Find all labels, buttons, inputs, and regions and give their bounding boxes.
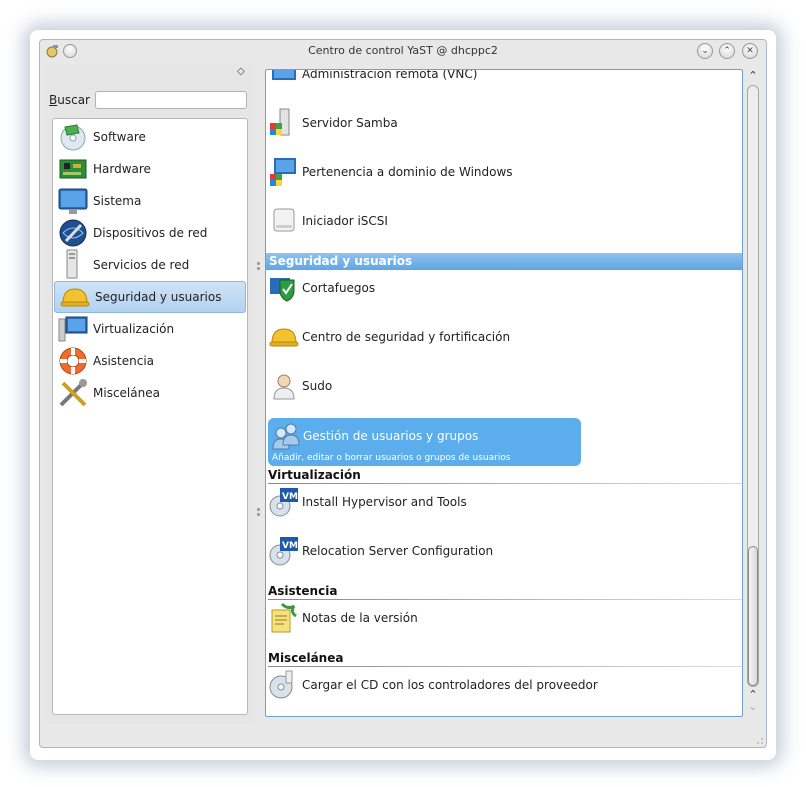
section-divider bbox=[268, 666, 742, 667]
module-user-management[interactable]: Gestión de usuarios y grupos Añadir, edi… bbox=[268, 418, 581, 466]
category-label: Hardware bbox=[93, 162, 151, 176]
samba-server-icon bbox=[270, 108, 290, 136]
category-dispositivos-de-red[interactable]: Dispositivos de red bbox=[53, 217, 247, 249]
category-label: Miscelánea bbox=[93, 386, 160, 400]
window-title: Centro de control YaST @ dhcppc2 bbox=[308, 44, 498, 57]
circuit-board-icon bbox=[59, 159, 87, 179]
category-list: Software Hardware Sistema Dispositivos d… bbox=[52, 118, 248, 715]
section-header-support: Asistencia bbox=[268, 584, 338, 598]
module-iscsi[interactable]: Iniciador iSCSI bbox=[268, 205, 388, 237]
virtual-monitor-icon bbox=[58, 316, 88, 342]
hard-hat-icon bbox=[269, 328, 299, 347]
close-button[interactable]: ✕ bbox=[742, 43, 758, 59]
module-hardening[interactable]: Centro de seguridad y fortificación bbox=[268, 321, 510, 353]
section-header-misc: Miscelánea bbox=[268, 651, 344, 665]
vertical-scrollbar[interactable]: ⌃ ⌃ ⌄ bbox=[744, 69, 762, 717]
module-vnc[interactable]: Administración remota (VNC) bbox=[268, 69, 478, 90]
windows-domain-icon bbox=[270, 158, 296, 186]
title-bar[interactable]: Centro de control YaST @ dhcppc2 ⌄ ⌃ ✕ bbox=[40, 40, 766, 62]
hard-hat-icon bbox=[60, 288, 90, 307]
category-label: Sistema bbox=[93, 194, 142, 208]
monitor-icon bbox=[58, 188, 88, 214]
network-globe-icon bbox=[59, 219, 87, 247]
category-label: Software bbox=[93, 130, 146, 144]
users-group-icon bbox=[272, 423, 300, 450]
shield-icon bbox=[270, 278, 295, 302]
category-label: Virtualización bbox=[93, 322, 175, 336]
category-servicios-de-red[interactable]: Servicios de red bbox=[53, 249, 247, 281]
module-release-notes[interactable]: Notas de la versión bbox=[268, 602, 418, 634]
svg-text:VM: VM bbox=[282, 492, 298, 502]
category-sistema[interactable]: Sistema bbox=[53, 185, 247, 217]
collapse-toggle-icon[interactable]: ◇ bbox=[237, 66, 245, 77]
scroll-down-icon[interactable]: ⌄ bbox=[746, 700, 760, 713]
module-description: Añadir, editar o borrar usuarios o grupo… bbox=[272, 453, 511, 463]
maximize-button[interactable]: ⌃ bbox=[719, 43, 735, 59]
module-label: Pertenencia a dominio de Windows bbox=[302, 165, 513, 179]
module-label: Notas de la versión bbox=[302, 611, 418, 625]
scroll-up-small-icon[interactable]: ⌃ bbox=[746, 688, 760, 701]
module-hypervisor[interactable]: VM Install Hypervisor and Tools bbox=[268, 486, 467, 518]
minimize-button[interactable]: ⌄ bbox=[697, 43, 713, 59]
cd-icon bbox=[269, 670, 293, 699]
module-label: Sudo bbox=[302, 379, 333, 393]
section-header-security: Seguridad y usuarios bbox=[266, 253, 742, 270]
section-divider bbox=[268, 599, 742, 600]
category-virtualizacion[interactable]: Virtualización bbox=[53, 313, 247, 345]
software-disc-icon bbox=[60, 124, 86, 151]
module-sudo[interactable]: Sudo bbox=[268, 370, 332, 402]
module-label: Servidor Samba bbox=[302, 116, 398, 130]
module-label: Gestión de usuarios y grupos bbox=[303, 429, 479, 443]
section-header-virtualization: Virtualización bbox=[268, 468, 361, 482]
vm-disc-icon: VM bbox=[269, 488, 298, 517]
module-label: Cortafuegos bbox=[302, 281, 376, 295]
category-hardware[interactable]: Hardware bbox=[53, 153, 247, 185]
scrollbar-track[interactable] bbox=[747, 85, 759, 687]
module-label: Install Hypervisor and Tools bbox=[302, 495, 467, 509]
pane-splitter[interactable] bbox=[256, 64, 262, 724]
category-label: Servicios de red bbox=[93, 258, 190, 272]
module-label: Cargar el CD con los controladores del p… bbox=[302, 678, 598, 692]
module-pane: Administración remota (VNC) Servidor Sam… bbox=[265, 69, 743, 717]
module-label: Relocation Server Configuration bbox=[302, 544, 494, 558]
category-seguridad-y-usuarios[interactable]: Seguridad y usuarios bbox=[54, 281, 246, 313]
category-pane: ◇ Buscar Software Hardware Sistema Dispo… bbox=[45, 64, 255, 724]
scroll-up-icon[interactable]: ⌃ bbox=[746, 69, 760, 83]
module-label: Iniciador iSCSI bbox=[302, 214, 388, 228]
tools-icon bbox=[59, 379, 87, 407]
search-label: Buscar bbox=[49, 93, 90, 107]
vm-disc-icon: VM bbox=[269, 537, 298, 566]
resize-grip-icon[interactable] bbox=[756, 737, 764, 745]
module-label: Administración remota (VNC) bbox=[302, 69, 478, 81]
category-label: Seguridad y usuarios bbox=[95, 290, 222, 304]
module-label: Centro de seguridad y fortificación bbox=[302, 330, 511, 344]
hard-drive-icon bbox=[273, 208, 295, 232]
lifebuoy-icon bbox=[59, 347, 87, 375]
category-label: Asistencia bbox=[93, 354, 155, 368]
module-vendor-driver-cd[interactable]: Cargar el CD con los controladores del p… bbox=[268, 669, 598, 701]
server-tower-icon bbox=[66, 249, 78, 279]
module-relocation-server[interactable]: VM Relocation Server Configuration bbox=[268, 535, 493, 567]
section-divider bbox=[268, 483, 742, 484]
category-label: Dispositivos de red bbox=[93, 226, 208, 240]
search-input[interactable] bbox=[95, 91, 247, 109]
category-software[interactable]: Software bbox=[53, 121, 247, 153]
module-firewall[interactable]: Cortafuegos bbox=[268, 272, 375, 304]
category-asistencia[interactable]: Asistencia bbox=[53, 345, 247, 377]
user-icon bbox=[273, 374, 295, 400]
scrollbar-thumb[interactable] bbox=[748, 546, 758, 686]
module-samba[interactable]: Servidor Samba bbox=[268, 107, 398, 139]
release-notes-icon bbox=[271, 602, 297, 633]
yast-control-center-window: Centro de control YaST @ dhcppc2 ⌄ ⌃ ✕ ◇… bbox=[39, 39, 767, 748]
svg-text:VM: VM bbox=[282, 541, 298, 551]
module-windows-domain[interactable]: Pertenencia a dominio de Windows bbox=[268, 156, 513, 188]
category-miscelanea[interactable]: Miscelánea bbox=[53, 377, 247, 409]
monitor-icon bbox=[272, 70, 296, 80]
